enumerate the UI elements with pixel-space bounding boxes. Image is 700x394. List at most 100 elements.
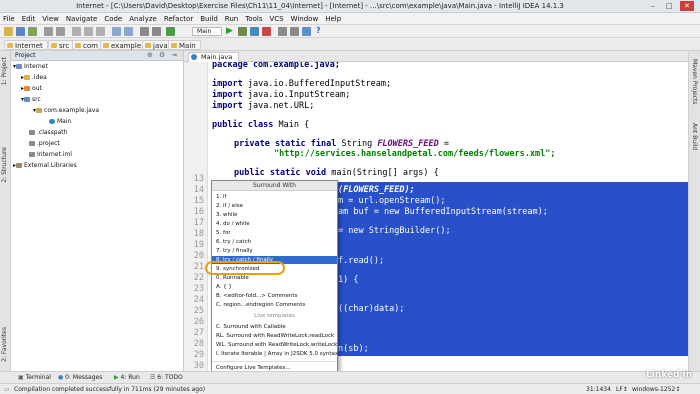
project-structure-icon[interactable] [290, 27, 299, 36]
gear-icon[interactable]: ⚙ [159, 51, 165, 59]
undo-icon[interactable] [44, 27, 53, 36]
code-line: private static final String FLOWERS_FEED… [234, 139, 449, 149]
ant-build-tool-tab[interactable]: Ant Build [691, 123, 698, 150]
menu-refactor[interactable]: Refactor [161, 13, 197, 24]
coverage-icon[interactable] [250, 27, 259, 36]
tree-item-project[interactable]: .project [29, 139, 60, 148]
menu-vcs[interactable]: VCS [266, 13, 287, 24]
favorites-tool-tab[interactable]: 2: Favorites [1, 327, 8, 362]
stop-icon[interactable] [262, 27, 271, 36]
tree-item-package[interactable]: ▾ com.example.java [33, 106, 99, 115]
maximize-button[interactable]: □ [662, 1, 676, 11]
crumb-internet[interactable]: Internet [4, 40, 48, 50]
menu-run[interactable]: Run [222, 13, 242, 24]
tree-item-external-libraries[interactable]: ▸ External Libraries [13, 161, 77, 170]
settings-icon[interactable] [278, 27, 287, 36]
popup-item-runnable[interactable]: 0. Runnable [216, 274, 249, 282]
redo-icon[interactable] [56, 27, 65, 36]
minimize-button[interactable]: – [646, 1, 660, 11]
menu-code[interactable]: Code [101, 13, 126, 24]
menu-edit[interactable]: Edit [19, 13, 40, 24]
run-tab[interactable]: ▶ 4: Run [114, 373, 140, 383]
popup-item-editor-fold[interactable]: B. <editor-fold...> Comments [216, 292, 297, 300]
copy-icon[interactable] [84, 27, 93, 36]
menu-analyze[interactable]: Analyze [126, 13, 161, 24]
cut-icon[interactable] [72, 27, 81, 36]
popup-item-for[interactable]: 5. for [216, 229, 231, 237]
popup-template-callable[interactable]: C. Surround with Callable [216, 323, 286, 331]
sync-icon[interactable]: ⊕ [147, 51, 153, 59]
open-folder-icon[interactable] [4, 27, 13, 36]
popup-item-try-catch[interactable]: 6. try / catch [216, 238, 251, 246]
class-icon [49, 119, 55, 124]
popup-item-try-finally[interactable]: 7. try / finally [216, 247, 253, 255]
debug-icon[interactable] [238, 27, 247, 36]
live-templates-header: Live templates [254, 313, 295, 319]
run-icon[interactable]: ▶ [226, 26, 233, 36]
popup-item-do-while[interactable]: 4. do / while [216, 220, 250, 228]
tree-item-main[interactable]: Main [49, 117, 71, 126]
tree-item-src[interactable]: ▾ src [21, 95, 41, 104]
file-encoding[interactable]: windows-1252↕ [632, 385, 680, 394]
selected-code-line: m = url.openStream(); [338, 196, 446, 206]
maven-tool-tab[interactable]: Maven Projects [691, 59, 698, 104]
tree-item-classpath[interactable]: .classpath [29, 128, 67, 137]
line-number-gutter: 13 14 15 16 17 18 19 20 21 22 23 24 25 2… [184, 62, 208, 371]
tree-item-iml[interactable]: Internet.iml [29, 150, 72, 159]
file-icon [29, 152, 35, 157]
menu-file[interactable]: File [0, 13, 19, 24]
crumb-main[interactable]: Main [168, 40, 201, 50]
sync-icon[interactable] [28, 27, 37, 36]
forward-icon[interactable] [152, 27, 161, 36]
popup-item-if[interactable]: 1. if [216, 193, 226, 201]
menu-tools[interactable]: Tools [242, 13, 266, 24]
paste-icon[interactable] [96, 27, 105, 36]
find-icon[interactable] [112, 27, 121, 36]
selected-code-line: (FLOWERS_FEED); [338, 185, 415, 195]
line-separator[interactable]: LF↕ [616, 385, 628, 394]
menu-build[interactable]: Build [197, 13, 222, 24]
line-number: 23 [193, 284, 204, 294]
save-icon[interactable] [16, 27, 25, 36]
popup-item-region[interactable]: C. region...endregion Comments [216, 301, 305, 309]
hide-panel-icon[interactable]: ⇥ [171, 51, 177, 59]
caret-position[interactable]: 31:1434 [586, 385, 611, 394]
popup-template-writelock[interactable]: WL. Surround with ReadWriteLock.writeLoc… [216, 341, 337, 349]
popup-template-iterate[interactable]: I. Iterate Iterable | Array in J2SDK 5.0… [216, 350, 338, 358]
menu-window[interactable]: Window [288, 13, 323, 24]
sdk-icon[interactable] [302, 27, 311, 36]
messages-tab[interactable]: ● 0: Messages [58, 373, 102, 383]
close-button[interactable]: ✕ [680, 1, 694, 11]
back-icon[interactable] [140, 27, 149, 36]
breadcrumb: Internet src com example java Main [0, 38, 700, 51]
tree-item-internet[interactable]: ▾ Internet [13, 62, 48, 71]
line-number: 16 [193, 207, 204, 217]
project-panel-title[interactable]: Project [15, 52, 36, 59]
menu-view[interactable]: View [39, 13, 63, 24]
crumb-com[interactable]: com [72, 40, 103, 50]
todo-tab[interactable]: ☰ 6: TODO [150, 373, 183, 383]
popup-item-if-else[interactable]: 2. if / else [216, 202, 243, 210]
line-number: 30 [193, 361, 204, 371]
tree-item-out[interactable]: ▸ out [21, 84, 42, 93]
menu-navigate[interactable]: Navigate [63, 13, 101, 24]
help-icon[interactable]: ? [316, 26, 321, 35]
popup-item-while[interactable]: 3. while [216, 211, 237, 219]
run-config-select[interactable]: Main [192, 27, 222, 36]
file-icon [29, 141, 35, 146]
make-icon[interactable] [166, 27, 175, 36]
popup-template-readlock[interactable]: RL. Surround with ReadWriteLock.readLock [216, 332, 334, 340]
popup-item-braces[interactable]: A. { } [216, 283, 232, 291]
project-tool-tab[interactable]: 1: Project [1, 57, 8, 85]
selected-code-line: f.read(); [338, 256, 385, 266]
structure-tool-tab[interactable]: 2: Structure [1, 147, 8, 183]
crumb-src[interactable]: src [48, 40, 75, 50]
crumb-example[interactable]: example [100, 40, 147, 50]
line-number: 26 [193, 317, 204, 327]
replace-icon[interactable] [124, 27, 133, 36]
right-tool-strip: Maven Projects Ant Build [688, 51, 700, 371]
line-number: 17 [193, 218, 204, 228]
tree-item-idea[interactable]: ▸ .idea [21, 73, 47, 82]
terminal-tab[interactable]: ▣ Terminal [18, 373, 51, 383]
menu-help[interactable]: Help [322, 13, 345, 24]
